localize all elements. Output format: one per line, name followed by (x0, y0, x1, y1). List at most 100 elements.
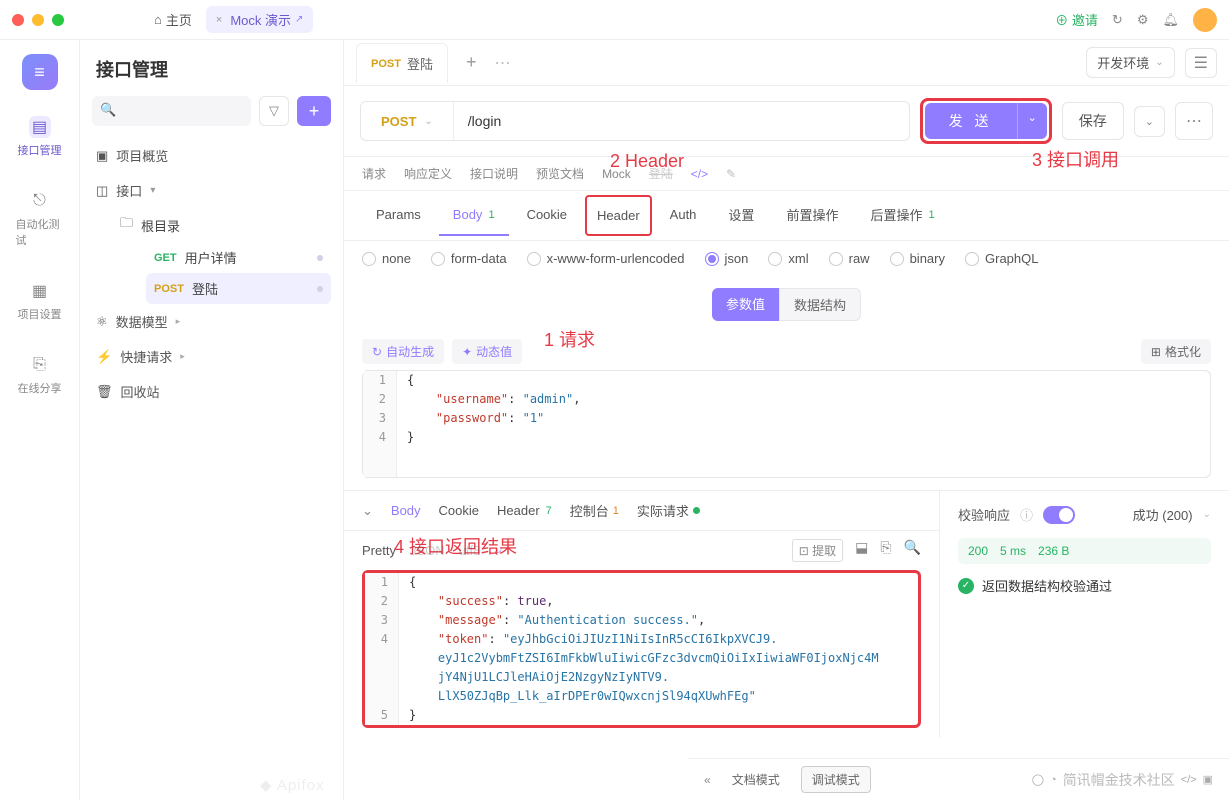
resp-tab-console[interactable]: 控制台 1 (570, 501, 619, 520)
type-binary[interactable]: binary (890, 251, 945, 266)
rail-share[interactable]: ⎘ 在线分享 (10, 348, 70, 402)
debug-mode[interactable]: 调试模式 (801, 766, 871, 793)
type-json[interactable]: json (705, 251, 749, 266)
rail-auto-test[interactable]: ⎋ 自动化测试 (10, 184, 70, 254)
subtab-mock[interactable]: Mock (602, 165, 631, 182)
save-button[interactable]: 保存 (1062, 102, 1124, 140)
verify-toggle[interactable] (1043, 506, 1075, 524)
main-area: POST 登陆 + ⋯ 开发环境⌄ ☰ POST⌄ /login 发 送 ⌄ 保… (344, 40, 1229, 800)
project-tab[interactable]: × Mock 演示 ↗ (206, 6, 314, 33)
method-select[interactable]: POST⌄ (361, 102, 454, 140)
data-struct-tab[interactable]: 数据结构 (779, 288, 861, 321)
code-icon[interactable]: </> (691, 165, 708, 182)
resp-tab-header[interactable]: Header 7 (497, 503, 552, 518)
tab-params[interactable]: Params (362, 195, 435, 236)
dynamic-val-button[interactable]: ✦ 动态值 (452, 339, 522, 364)
collapse-icon[interactable]: ⌄ (362, 503, 373, 519)
sidebar-quick[interactable]: ⚡快捷请求 ▸ (92, 339, 331, 374)
home-tab[interactable]: ⌂ 主页 (144, 6, 202, 33)
minimize-window[interactable] (32, 14, 44, 26)
rail-api[interactable]: ▤ 接口管理 (10, 110, 70, 164)
subtab-doc[interactable]: 接口说明 (470, 165, 518, 182)
tab-settings[interactable]: 设置 (714, 195, 768, 236)
filter-button[interactable]: ▽ (259, 96, 289, 126)
sidebar-api-group[interactable]: ◫接口 ▾ (92, 173, 331, 208)
send-dropdown[interactable]: ⌄ (1017, 103, 1047, 139)
type-none[interactable]: none (362, 251, 411, 266)
code-icon[interactable]: </> (1181, 774, 1197, 786)
resp-tab-cookie[interactable]: Cookie (439, 503, 479, 518)
resp-tab-body[interactable]: Body (391, 503, 421, 518)
type-form[interactable]: form-data (431, 251, 507, 266)
sidebar-recycle[interactable]: 🗑回收站 (92, 374, 331, 409)
success-status[interactable]: 成功 (200) (1133, 505, 1193, 524)
copy-icon[interactable]: ⎘ (880, 539, 891, 562)
tab-cookie[interactable]: Cookie (513, 195, 581, 236)
save-dropdown[interactable]: ⌄ (1134, 106, 1165, 137)
search-input[interactable]: 🔍 (92, 96, 251, 126)
close-window[interactable] (12, 14, 24, 26)
type-xml[interactable]: xml (768, 251, 808, 266)
tree-item-login[interactable]: POST登陆 (146, 273, 331, 304)
pretty-toggle[interactable]: Pretty (362, 543, 396, 558)
new-tab-button[interactable]: + (458, 52, 485, 73)
tab-body[interactable]: Body1 (439, 195, 509, 236)
tab-post[interactable]: 后置操作1 (856, 195, 948, 236)
subtab-response-def[interactable]: 响应定义 (404, 165, 452, 182)
subtab-preview[interactable]: 预览文档 (536, 165, 584, 182)
utf8-toggle[interactable]: utf8 (459, 543, 481, 558)
collapse-left-icon[interactable]: « (704, 773, 711, 787)
type-graphql[interactable]: GraphQL (965, 251, 1038, 266)
send-button[interactable]: 发 送 (925, 103, 1017, 139)
url-input[interactable]: POST⌄ /login (360, 101, 910, 141)
home-icon: ⌂ (154, 12, 162, 27)
tab-pre[interactable]: 前置操作 (772, 195, 852, 236)
close-icon[interactable]: × (216, 14, 222, 26)
wrap-icon[interactable]: ⤶ (494, 542, 502, 559)
info-icon[interactable]: ⓘ (1020, 505, 1033, 524)
rail-project-settings[interactable]: ▦ 项目设置 (10, 274, 70, 328)
more-button[interactable]: ⋯ (1175, 102, 1213, 140)
response-body-viewer[interactable]: 1{ 2 "success": true, 3 "message": "Auth… (365, 573, 918, 725)
clock-icon[interactable]: ◔ (1050, 774, 1057, 786)
maximize-window[interactable] (52, 14, 64, 26)
tree-item-user-detail[interactable]: GET用户详情 (146, 242, 331, 273)
panel-toggle[interactable]: ☰ (1185, 48, 1217, 78)
auto-gen-button[interactable]: ↻ 自动生成 (362, 339, 444, 364)
param-value-tab[interactable]: 参数值 (712, 288, 779, 321)
sidebar-overview[interactable]: ▣项目概览 (92, 138, 331, 173)
tab-menu[interactable]: ⋯ (494, 53, 510, 73)
sync-icon[interactable]: ↻ (1112, 12, 1123, 28)
subtab-gen[interactable]: 登陆 (649, 165, 673, 182)
download-icon[interactable]: ⬓ (855, 539, 868, 562)
add-button[interactable]: + (297, 96, 331, 126)
tree-root-folder[interactable]: 🗀根目录 (112, 208, 331, 242)
circle-icon[interactable]: ◯ (1032, 773, 1044, 786)
type-urlencoded[interactable]: x-www-form-urlencoded (527, 251, 685, 266)
request-body-editor[interactable]: 1{ 2 "username": "admin", 3 "password": … (362, 370, 1211, 478)
window-controls[interactable] (12, 14, 64, 26)
doc-mode[interactable]: 文档模式 (721, 766, 791, 793)
sidebar-models[interactable]: ⚛数据模型 ▸ (92, 304, 331, 339)
subtab-request[interactable]: 请求 (362, 165, 386, 182)
invite-button[interactable]: ⊕ 邀请 (1055, 10, 1098, 29)
extract-button[interactable]: ⊡ 提取 (792, 539, 843, 562)
chevron-down-icon[interactable]: ⌄ (1203, 509, 1211, 520)
settings-icon[interactable]: ⚙ (1137, 12, 1149, 28)
json-toggle[interactable]: JSON (410, 543, 445, 558)
tab-auth[interactable]: Auth (656, 195, 711, 236)
bell-icon[interactable]: 🔔︎ (1162, 12, 1179, 28)
type-raw[interactable]: raw (829, 251, 870, 266)
app-logo[interactable]: ≡ (22, 54, 58, 90)
request-tab-login[interactable]: POST 登陆 (356, 43, 448, 83)
search-icon[interactable]: 🔍 (904, 539, 921, 562)
format-button[interactable]: ⊞ 格式化 (1141, 339, 1211, 364)
environment-select[interactable]: 开发环境⌄ (1086, 47, 1174, 78)
tab-header[interactable]: Header (585, 195, 652, 236)
avatar[interactable] (1193, 8, 1217, 32)
url-path[interactable]: /login (454, 113, 909, 129)
resp-tab-real[interactable]: 实际请求 (637, 501, 700, 520)
edit-icon[interactable]: ✎ (726, 165, 736, 182)
terminal-icon[interactable]: ▣ (1203, 773, 1213, 786)
overview-icon: ▣ (96, 148, 108, 164)
